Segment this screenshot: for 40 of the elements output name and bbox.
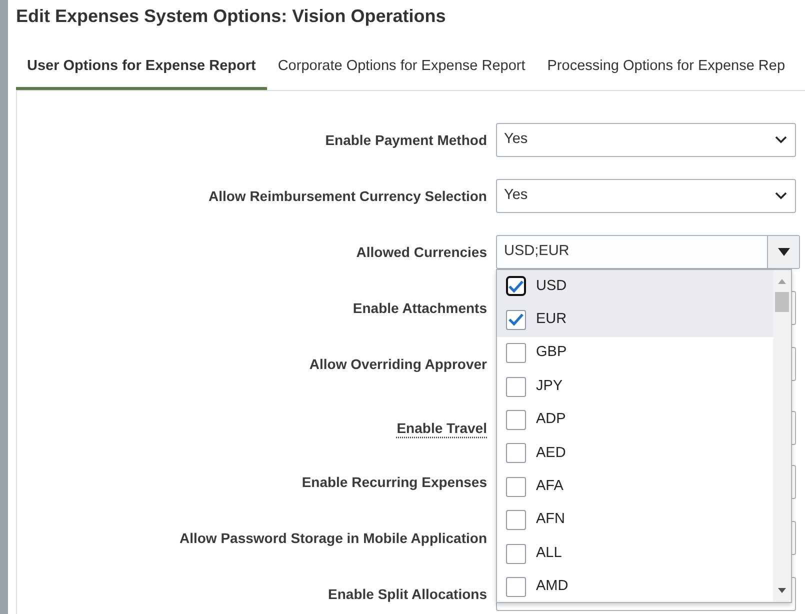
checkbox[interactable] <box>506 376 526 397</box>
tab[interactable]: Processing Options for Expense Rep <box>536 45 796 90</box>
checkbox[interactable] <box>506 310 526 330</box>
tab[interactable]: User Options for Expense Report <box>16 45 267 90</box>
checkbox[interactable] <box>506 443 526 464</box>
checkbox[interactable] <box>506 576 526 597</box>
select-field[interactable]: Yes <box>496 178 796 213</box>
checkbox[interactable] <box>506 276 526 296</box>
dropdown-button[interactable] <box>767 236 799 268</box>
dropdown-option[interactable]: AMD <box>497 570 773 604</box>
dropdown-option[interactable]: ALL <box>497 536 773 570</box>
field-label: Allow Overriding Approver <box>309 354 487 374</box>
dropdown-option[interactable]: AFN <box>497 503 773 537</box>
dropdown-option[interactable]: GBP <box>497 336 773 370</box>
checkbox[interactable] <box>506 476 526 497</box>
checkbox[interactable] <box>506 510 526 530</box>
checkbox[interactable] <box>506 343 526 364</box>
dropdown-option[interactable]: JPY <box>497 370 773 404</box>
chevron-down-icon <box>775 136 787 144</box>
chevron-down-icon <box>775 192 787 200</box>
dropdown-option[interactable]: AED <box>497 436 773 470</box>
dropdown-option[interactable]: AFA <box>497 470 773 504</box>
field-label: Allow Reimbursement Currency Selection <box>208 186 487 206</box>
tab[interactable]: Corporate Options for Expense Report <box>266 45 536 90</box>
field-label: Enable Split Allocations <box>328 584 487 604</box>
multi-select-field[interactable]: USD;EUR <box>496 234 800 269</box>
checkbox[interactable] <box>506 410 526 430</box>
dialog-title: Edit Expenses System Options: Vision Operations <box>16 5 447 27</box>
select-field[interactable]: Yes <box>496 122 796 157</box>
field-label: Allowed Currencies <box>356 242 487 262</box>
dropdown-option[interactable]: ADP <box>497 403 773 437</box>
field-label: Enable Attachments <box>352 298 487 318</box>
dropdown-triangle-icon <box>778 248 790 256</box>
field-label: Enable Travel <box>396 418 487 438</box>
field-label: Enable Recurring Expenses <box>302 472 487 492</box>
dropdown-option[interactable]: USD <box>497 270 773 304</box>
checkbox[interactable] <box>506 544 526 564</box>
field-label: Enable Payment Method <box>325 130 487 150</box>
field-label: Allow Password Storage in Mobile Application <box>179 528 487 548</box>
dropdown-option[interactable]: EUR <box>497 303 773 337</box>
